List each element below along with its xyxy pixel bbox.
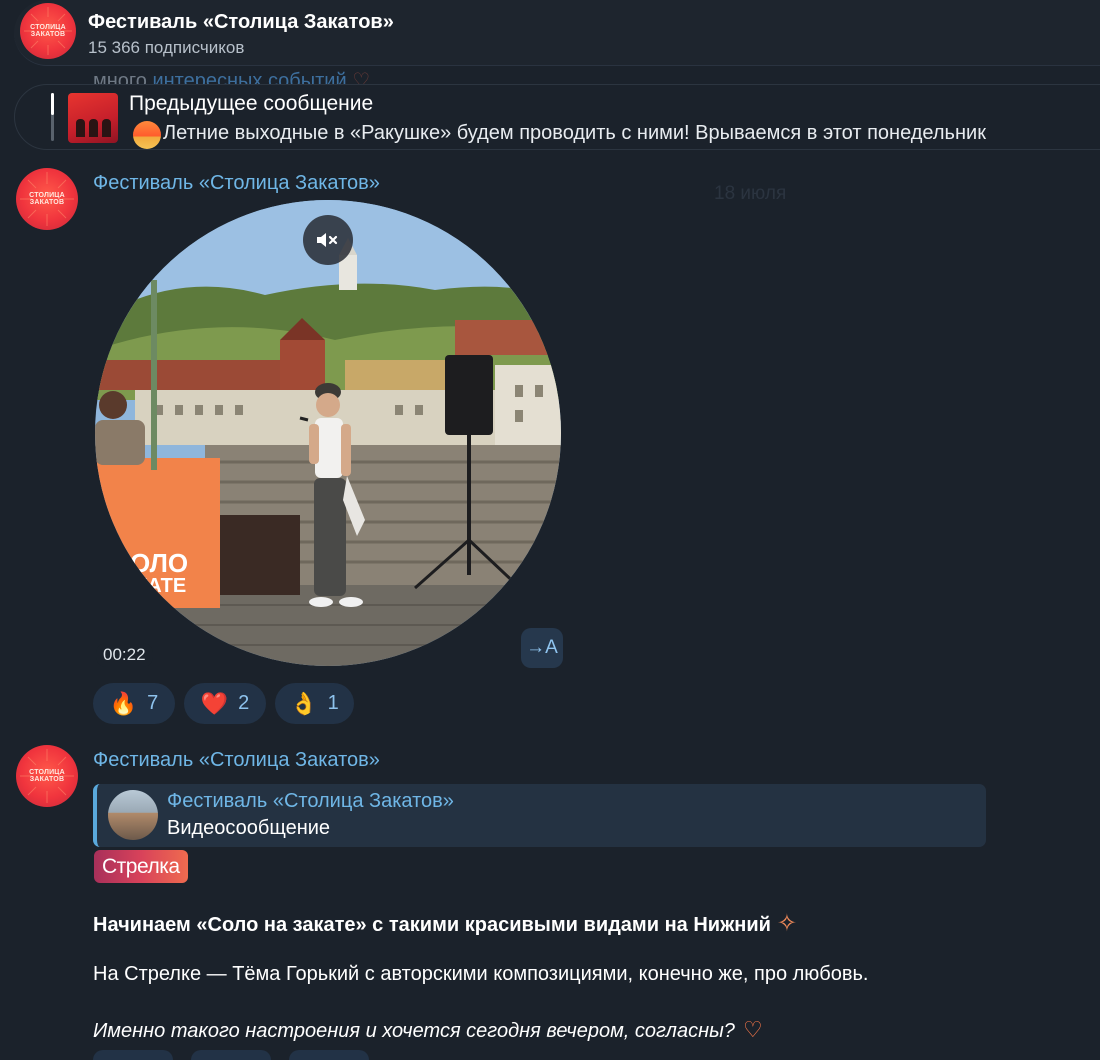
heart-emoji-icon: ❤️ (200, 690, 229, 716)
fire-emoji-icon: 🔥 (109, 690, 138, 716)
message-text-line: Начинаем «Соло на закате» с такими краси… (93, 910, 798, 937)
reaction-count: 7 (147, 692, 159, 714)
channel-header[interactable]: СТОЛИЦА ЗАКАТОВ Фестиваль «Столица Закато… (14, 0, 1100, 66)
reaction-count: 1 (327, 692, 339, 714)
video-message[interactable]: ОЛО КАТЕ (95, 200, 561, 666)
reply-quote[interactable]: Фестиваль «Столица Закатов» Видеосообщен… (93, 784, 986, 847)
message-text-line: Именно такого настроения и хочется сегод… (93, 1017, 763, 1042)
avatar-logo-text: СТОЛИЦА ЗАКАТОВ (30, 24, 66, 38)
pin-indicator (51, 93, 54, 141)
location-tag: Стрелка (94, 850, 188, 883)
date-separator: 18 июля (714, 183, 787, 204)
message-sender[interactable]: Фестиваль «Столица Закатов» (93, 172, 380, 195)
mute-toggle-button[interactable] (303, 215, 353, 265)
reply-thumbnail (108, 790, 158, 840)
previous-message-bar[interactable]: Предыдущее сообщение Летние выходные в «… (14, 84, 1100, 150)
sun-emoji-icon (133, 121, 161, 149)
reaction-ok[interactable]: 👌 1 (275, 683, 354, 724)
reaction-count: 2 (238, 692, 250, 714)
svg-text:ОЛО: ОЛО (130, 548, 188, 578)
message-sender[interactable]: Фестиваль «Столица Закатов» (93, 749, 380, 772)
svg-text:КАТЕ: КАТЕ (135, 575, 186, 597)
channel-title[interactable]: Фестиваль «Столица Закатов» (88, 11, 394, 34)
mute-icon (317, 233, 338, 247)
reply-author: Фестиваль «Столица Закатов» (167, 790, 454, 812)
video-duration: 00:22 (96, 643, 153, 667)
channel-avatar[interactable]: СТОЛИЦА ЗАКАТОВ (20, 3, 76, 59)
reaction-fire[interactable]: 🔥 7 (93, 683, 175, 724)
translate-button[interactable]: →A (521, 628, 563, 668)
message-text-line: На Стрелке — Тёма Горький с авторскими к… (93, 963, 869, 985)
previous-text-peek: много интересных событий ♡ (93, 70, 371, 86)
reactions-bar: 🔥 7 ❤️ 2 👌 1 (93, 683, 354, 724)
message-avatar[interactable]: СТОЛИЦА ЗАКАТОВ (16, 168, 78, 230)
reply-text: Видеосообщение (167, 817, 331, 839)
ok-hand-emoji-icon: 👌 (290, 690, 318, 716)
previous-message-thumbnail (68, 93, 118, 143)
heart-outline-icon: ♡ (742, 1017, 763, 1042)
bottom-reactions-peek (93, 1050, 369, 1060)
reaction-heart[interactable]: ❤️ 2 (184, 683, 266, 724)
message-avatar[interactable]: СТОЛИЦА ЗАКАТОВ (16, 745, 78, 807)
subscriber-count: 15 366 подписчиков (88, 38, 245, 57)
previous-message-text: Летние выходные в «Ракушке» будем провод… (133, 119, 986, 149)
previous-message-title: Предыдущее сообщение (129, 92, 374, 115)
chat-view: СТОЛИЦА ЗАКАТОВ Фестиваль «Столица Закато… (0, 0, 1100, 1060)
sparkle-icon: ✧ (776, 910, 798, 937)
